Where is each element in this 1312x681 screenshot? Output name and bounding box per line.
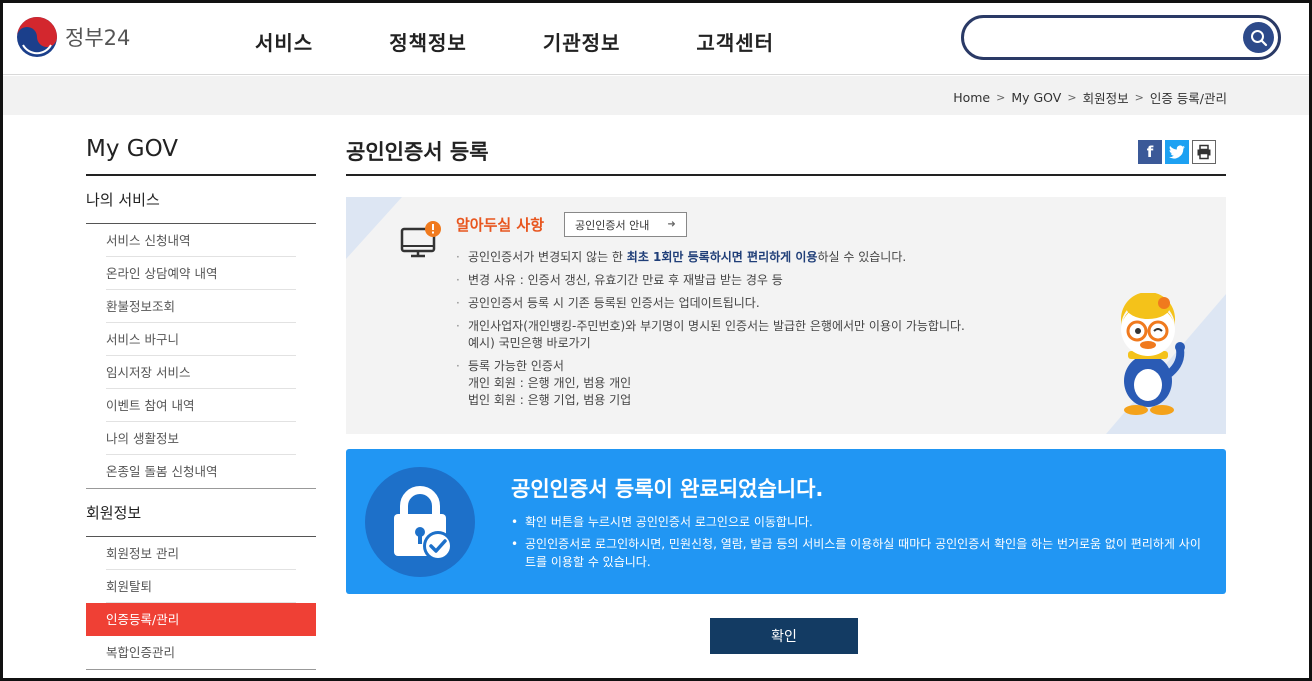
breadcrumb-current: 인증 등록/관리: [1149, 91, 1227, 106]
notice-item-text: 개인사업자(개인뱅킹-주민번호)와 부기명이 명시된 인증서는 발급한 은행에서…: [468, 319, 965, 333]
twitter-icon: [1169, 145, 1185, 159]
main-content: 공인인증서 등록 f 알아두실 사항 공인인증서 안내 ➜ · 공인인증서가 변…: [346, 136, 1226, 654]
sidebar-item-service-cart[interactable]: 서비스 바구니: [106, 323, 296, 356]
arrow-right-icon: ➜: [667, 219, 676, 230]
confirm-button[interactable]: 확인: [710, 618, 858, 654]
notice-item: 개인사업자(개인뱅킹-주민번호)와 부기명이 명시된 인증서는 발급한 은행에서…: [456, 318, 965, 352]
notice-list: 공인인증서가 변경되지 않는 한 최초 1회만 등록하시면 편리하게 이용하실 …: [456, 249, 965, 415]
chevron-right-icon: >: [1067, 91, 1077, 104]
breadcrumb: Home > My GOV > 회원정보 > 인증 등록/관리: [953, 88, 1227, 107]
sidebar-item-member-manage[interactable]: 회원정보 관리: [106, 537, 296, 570]
logo-text: 정부24: [65, 26, 131, 50]
sidebar-item-temp-saved[interactable]: 임시저장 서비스: [106, 356, 296, 389]
complete-item: 확인 버튼을 누르시면 공인인증서 로그인으로 이동합니다.: [511, 513, 1211, 531]
print-icon: [1197, 144, 1211, 160]
notice-box: 알아두실 사항 공인인증서 안내 ➜ 공인인증서가 변경되지 않는 한 최초 1…: [346, 197, 1226, 434]
sidebar-list-my-services: 서비스 신청내역 온라인 상담예약 내역 환불정보조회 서비스 바구니 임시저장…: [86, 224, 316, 489]
notice-heading: 알아두실 사항: [456, 216, 545, 234]
facebook-share-button[interactable]: f: [1138, 140, 1162, 164]
registration-complete-banner: 공인인증서 등록이 완료되었습니다. 확인 버튼을 누르시면 공인인증서 로그인…: [346, 449, 1226, 594]
sidebar-title: My GOV: [86, 136, 316, 176]
sidebar: My GOV 나의 서비스 서비스 신청내역 온라인 상담예약 내역 환불정보조…: [86, 136, 316, 670]
sidebar-item-event-history[interactable]: 이벤트 참여 내역: [106, 389, 296, 422]
sidebar-item-withdraw[interactable]: 회원탈퇴: [106, 570, 296, 603]
sidebar-item-multi-auth[interactable]: 복합인증관리: [106, 636, 296, 669]
sidebar-item-service-history[interactable]: 서비스 신청내역: [106, 224, 296, 257]
notice-item-text: 개인 회원 : 은행 개인, 범용 개인: [468, 376, 632, 390]
lock-check-icon: [365, 467, 475, 577]
notice-item: 등록 가능한 인증서 개인 회원 : 은행 개인, 범용 개인 법인 회원 : …: [456, 358, 965, 409]
nav-item-policy[interactable]: 정책정보: [389, 27, 467, 56]
search-icon: [1250, 29, 1267, 46]
share-buttons: f: [1135, 140, 1216, 164]
breadcrumb-member[interactable]: 회원정보: [1083, 88, 1129, 107]
notice-item-text: 법인 회원 : 은행 기업, 범용 기업: [468, 393, 632, 407]
monitor-alert-icon: [400, 219, 444, 263]
complete-title: 공인인증서 등록이 완료되었습니다.: [511, 477, 824, 501]
site-logo[interactable]: 정부24: [15, 15, 130, 59]
notice-item-text: 등록 가능한 인증서: [468, 359, 564, 373]
kb-bank-link[interactable]: 예시) 국민은행 바로가기: [468, 336, 591, 350]
nav-item-support[interactable]: 고객센터: [696, 27, 774, 56]
page-frame: 정부24 서비스 정책정보 기관정보 고객센터 Home > My GOV > …: [0, 0, 1312, 681]
chevron-right-icon: >: [996, 91, 1006, 104]
chevron-right-icon: >: [1134, 91, 1144, 104]
notice-item: 공인인증서 등록 시 기존 등록된 인증서는 업데이트됩니다.: [456, 295, 965, 312]
pororo-mascot-image: [1110, 292, 1190, 422]
notice-item-text: 공인인증서가 변경되지 않는 한: [468, 250, 627, 264]
facebook-icon: f: [1146, 143, 1154, 161]
sidebar-group-member-info[interactable]: 회원정보: [86, 489, 316, 537]
notice-item-text: 공인인증서 등록 시 기존 등록된 인증서는 업데이트됩니다.: [468, 296, 760, 310]
taegeuk-logo-icon: [17, 17, 57, 57]
sidebar-group-my-services[interactable]: 나의 서비스: [86, 176, 316, 224]
search-input[interactable]: [961, 15, 1281, 60]
breadcrumb-home[interactable]: Home: [953, 90, 990, 105]
notice-item-text: 변경 사유 : 인증서 갱신, 유효기간 만료 후 재발급 받는 경우 등: [468, 273, 783, 287]
nav-item-agency[interactable]: 기관정보: [543, 27, 621, 56]
breadcrumb-mygov[interactable]: My GOV: [1011, 90, 1061, 105]
twitter-share-button[interactable]: [1165, 140, 1189, 164]
sidebar-item-refund-lookup[interactable]: 환불정보조회: [106, 290, 296, 323]
sidebar-list-member-info: 회원정보 관리 회원탈퇴 인증등록/관리 복합인증관리: [86, 537, 316, 670]
notice-item-highlight: 최초 1회만 등록하시면 편리하게 이용: [626, 250, 818, 264]
complete-item: 공인인증서로 로그인하시면, 민원신청, 열람, 발급 등의 서비스를 이용하실…: [511, 535, 1211, 571]
cert-guide-button[interactable]: 공인인증서 안내 ➜: [564, 212, 687, 237]
cert-guide-label: 공인인증서 안내: [575, 218, 650, 232]
breadcrumb-bar: Home > My GOV > 회원정보 > 인증 등록/관리: [3, 76, 1309, 115]
page-title-row: 공인인증서 등록 f: [346, 136, 1226, 176]
page-title: 공인인증서 등록: [346, 140, 489, 164]
site-header: 정부24 서비스 정책정보 기관정보 고객센터: [3, 3, 1309, 75]
sidebar-item-life-info[interactable]: 나의 생활정보: [106, 422, 296, 455]
main-nav: 서비스 정책정보 기관정보 고객센터: [255, 27, 850, 56]
notice-item: 변경 사유 : 인증서 갱신, 유효기간 만료 후 재발급 받는 경우 등: [456, 272, 965, 289]
notice-header: 알아두실 사항 공인인증서 안내 ➜: [456, 212, 687, 237]
notice-decoration: [346, 197, 402, 259]
notice-item: 공인인증서가 변경되지 않는 한 최초 1회만 등록하시면 편리하게 이용하실 …: [456, 249, 965, 266]
print-button[interactable]: [1192, 140, 1216, 164]
sidebar-item-cert-manage[interactable]: 인증등록/관리: [86, 603, 316, 636]
sidebar-item-consult-reservation[interactable]: 온라인 상담예약 내역: [106, 257, 296, 290]
sidebar-item-childcare[interactable]: 온종일 돌봄 신청내역: [106, 455, 296, 488]
nav-item-services[interactable]: 서비스: [255, 27, 313, 56]
notice-item-text: 하실 수 있습니다.: [817, 250, 907, 264]
complete-list: 확인 버튼을 누르시면 공인인증서 로그인으로 이동합니다. 공인인증서로 로그…: [511, 513, 1211, 575]
search-button[interactable]: [1243, 22, 1274, 53]
